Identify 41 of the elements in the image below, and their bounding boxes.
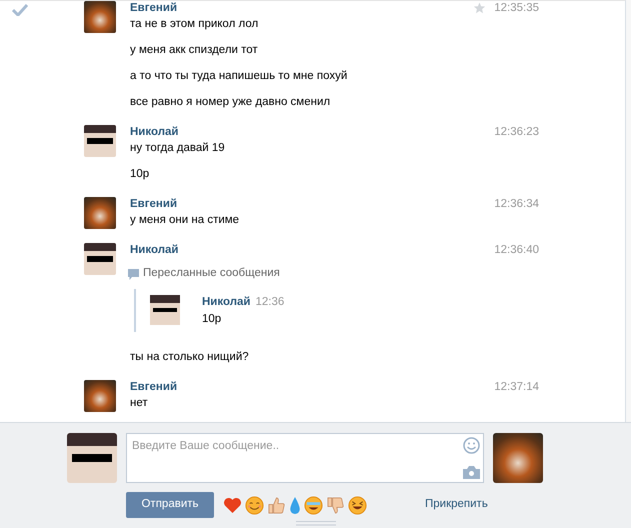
message-time: 12:36:40 bbox=[494, 243, 539, 257]
message-text: а то что ты туда напишешь то мне похуй bbox=[130, 70, 348, 82]
star-icon[interactable] bbox=[473, 2, 486, 14]
message-text: ты на столько нищий? bbox=[130, 351, 249, 363]
resize-handle-icon[interactable] bbox=[296, 521, 336, 526]
message-text: у меня они на стиме bbox=[130, 214, 240, 226]
message-time: 12:36:34 bbox=[494, 197, 539, 211]
avatar-picture bbox=[84, 125, 116, 157]
thumbs-down-emoji-icon[interactable] bbox=[326, 496, 345, 514]
avatar-picture bbox=[67, 433, 117, 483]
send-button[interactable]: Отправить bbox=[126, 492, 214, 518]
message-time: 12:36 bbox=[256, 295, 284, 310]
message-time: 12:35:35 bbox=[494, 1, 539, 15]
author-name[interactable]: Николай bbox=[202, 295, 250, 312]
message-input[interactable]: Введите Ваше сообщение.. bbox=[126, 433, 484, 483]
speech-bubble-icon bbox=[128, 268, 139, 280]
laugh-emoji-icon[interactable] bbox=[348, 496, 367, 514]
message-text: ну тогда давай 19 bbox=[130, 142, 225, 154]
message-time: 12:36:23 bbox=[494, 125, 539, 139]
thumbs-up-emoji-icon[interactable] bbox=[267, 496, 286, 514]
smile-emoji-icon[interactable] bbox=[245, 496, 264, 514]
avatar-picture bbox=[84, 243, 116, 275]
author-name[interactable]: Николай bbox=[130, 125, 178, 139]
author-name[interactable]: Евгений bbox=[130, 380, 178, 394]
message-text: 10р bbox=[202, 312, 222, 326]
attach-link[interactable]: Прикрепить bbox=[425, 496, 488, 514]
message-text: та не в этом прикол лол bbox=[130, 18, 258, 30]
author-name[interactable]: Евгений bbox=[130, 197, 178, 211]
heart-emoji-icon[interactable] bbox=[223, 496, 242, 514]
avatar-picture bbox=[150, 295, 180, 325]
forwarded-label: Пересланные сообщения bbox=[143, 266, 280, 282]
checkmark-icon[interactable] bbox=[12, 4, 28, 16]
smiley-icon[interactable] bbox=[463, 437, 480, 454]
author-name[interactable]: Николай bbox=[130, 243, 178, 257]
message-text: нет bbox=[130, 397, 148, 409]
message-text: у меня акк спиздели тот bbox=[130, 44, 258, 56]
message-time: 12:37:14 bbox=[494, 380, 539, 394]
camera-icon[interactable] bbox=[463, 466, 480, 479]
message-text: 10р bbox=[130, 168, 150, 180]
author-name[interactable]: Евгений bbox=[130, 1, 178, 15]
message-text: все равно я номер уже давно сменил bbox=[130, 96, 330, 108]
